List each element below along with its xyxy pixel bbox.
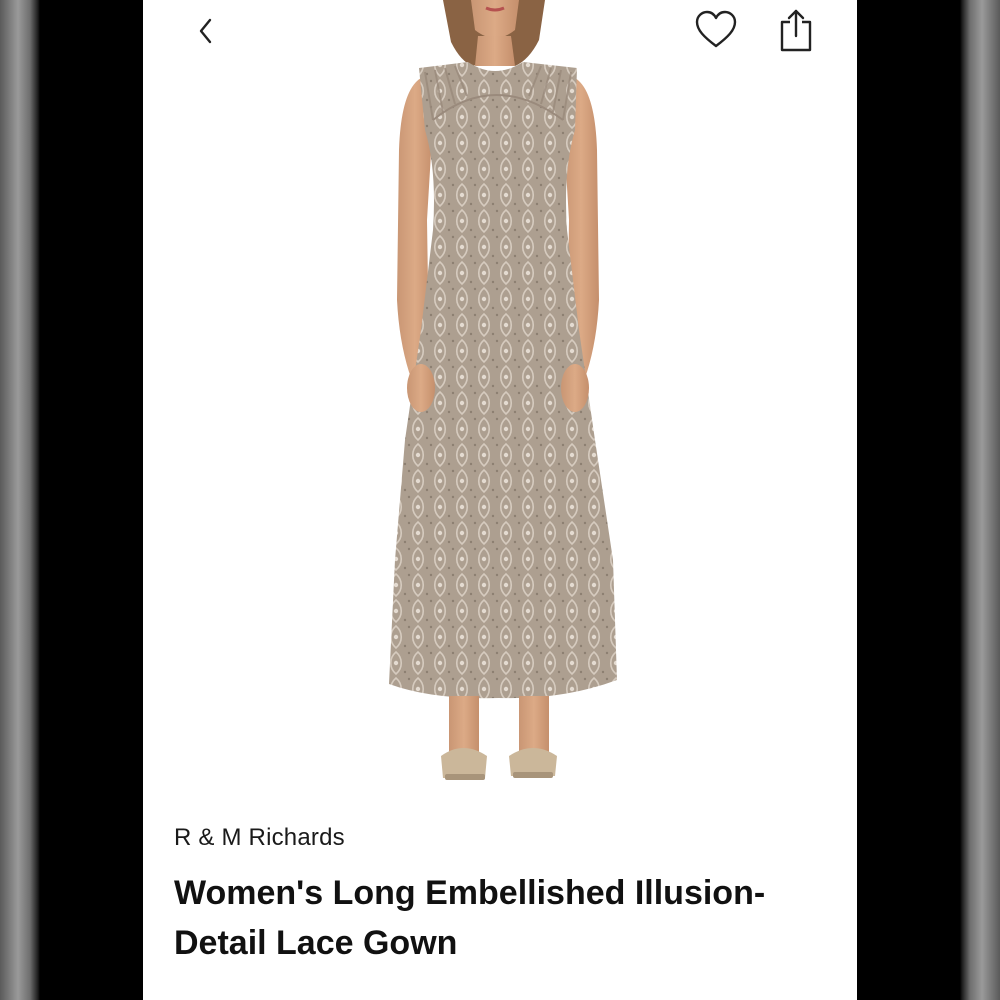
- product-photo-illustration: [389, 0, 617, 780]
- favorite-button[interactable]: [691, 6, 741, 52]
- product-title: Women's Long Embellished Illusion-Detail…: [174, 874, 766, 962]
- share-button[interactable]: [773, 6, 819, 54]
- product-image[interactable]: [143, 0, 857, 800]
- device-frame-right: [857, 0, 960, 1000]
- brand-name[interactable]: R & M Richards: [174, 824, 345, 852]
- device-frame-left: [40, 0, 143, 1000]
- chevron-left-icon: [199, 18, 212, 44]
- top-navigation-bar: [143, 0, 857, 70]
- product-screen: R & M Richards Women's Long Embellished …: [143, 0, 857, 1000]
- heart-outline-icon: [695, 10, 737, 48]
- share-icon: [780, 9, 812, 52]
- back-button[interactable]: [191, 14, 221, 48]
